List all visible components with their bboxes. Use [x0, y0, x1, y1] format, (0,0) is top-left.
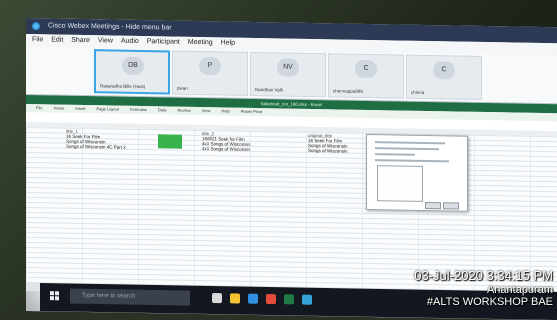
participant-name: chinna [411, 89, 425, 95]
participant-avatar: P [199, 57, 221, 76]
participant-tile[interactable]: C chennappa999 [328, 53, 404, 99]
chrome-browser-icon[interactable] [266, 293, 276, 305]
menu-edit[interactable]: Edit [51, 36, 63, 43]
menu-audio[interactable]: Audio [121, 38, 139, 45]
ribbon-tab[interactable]: Page Layout [97, 106, 119, 111]
ribbon-tab[interactable]: Formulas [130, 107, 147, 112]
participant-name: Nandhan Valli [255, 86, 283, 93]
taskbar-search-input[interactable]: Type here to search [70, 288, 190, 306]
ribbon-tab[interactable]: Data [158, 107, 166, 112]
webex-app-icon[interactable] [302, 294, 312, 305]
ok-button[interactable] [425, 201, 441, 210]
filter-option[interactable] [375, 141, 445, 145]
autofilter-dropdown[interactable] [366, 133, 468, 212]
participant-name: Dasaradha Bille (Host) [100, 83, 146, 90]
cancel-button[interactable] [443, 202, 459, 210]
participant-name: chennappa999 [333, 88, 363, 94]
hashtag-overlay: #ALTS WORKSHOP BAE [426, 296, 553, 308]
filter-option[interactable] [375, 153, 415, 156]
ribbon-tab[interactable]: Review [177, 108, 190, 113]
participant-avatar: C [355, 59, 377, 79]
participant-tile[interactable]: DB Dasaradha Bille (Host) [94, 49, 170, 95]
ribbon-tab[interactable]: File [36, 105, 42, 110]
menu-view[interactable]: View [98, 37, 113, 44]
file-explorer-icon[interactable] [230, 293, 240, 304]
timestamp-overlay: 03-Jul-2020 3:34:15 PM [414, 268, 553, 283]
ribbon-tab[interactable]: Power Pivot [241, 109, 262, 114]
participant-avatar: DB [122, 56, 144, 76]
ribbon-tab[interactable]: View [202, 108, 211, 113]
spreadsheet-grid[interactable]: title_1 16 Seek For Film Songs of Wiscon… [26, 122, 557, 292]
location-overlay: Anantapuram [486, 284, 553, 296]
data-cell[interactable]: Songs of Wisconsin 4C Part 2 [66, 144, 126, 150]
menu-share[interactable]: Share [71, 37, 90, 44]
task-view-icon[interactable] [212, 293, 222, 304]
windows-start-icon[interactable] [50, 291, 60, 301]
participant-avatar: C [433, 61, 455, 80]
highlighted-cells[interactable] [158, 134, 182, 149]
menu-file[interactable]: File [32, 36, 43, 43]
ribbon-tab[interactable]: Insert [75, 106, 85, 111]
filter-option[interactable] [375, 147, 439, 151]
data-cell[interactable]: Songs of Wisconsin [308, 148, 348, 154]
filter-values-list[interactable] [377, 165, 423, 202]
edge-browser-icon[interactable] [248, 293, 258, 304]
ribbon-tab[interactable]: Help [221, 108, 229, 113]
excel-window-title: balanced_cut_180.xlsx - Excel [261, 101, 322, 108]
webex-logo-icon [32, 22, 40, 31]
ribbon-tab[interactable]: Home [54, 105, 65, 110]
participant-name: pwan [177, 85, 188, 91]
excel-app-icon[interactable] [284, 294, 294, 305]
filter-option[interactable] [375, 159, 449, 163]
participant-tile[interactable]: C chinna [406, 54, 482, 100]
menu-meeting[interactable]: Meeting [188, 39, 213, 46]
webex-window-title: Cisco Webex Meetings - Hide menu bar [48, 22, 172, 32]
menu-help[interactable]: Help [221, 39, 235, 46]
participant-tile[interactable]: NV Nandhan Valli [250, 51, 326, 98]
participant-avatar: NV [277, 58, 299, 77]
data-cell[interactable]: 4x1 Songs of Wisconsin [202, 146, 250, 152]
menu-participant[interactable]: Participant [147, 38, 180, 46]
participant-tile[interactable]: P pwan [172, 50, 248, 96]
